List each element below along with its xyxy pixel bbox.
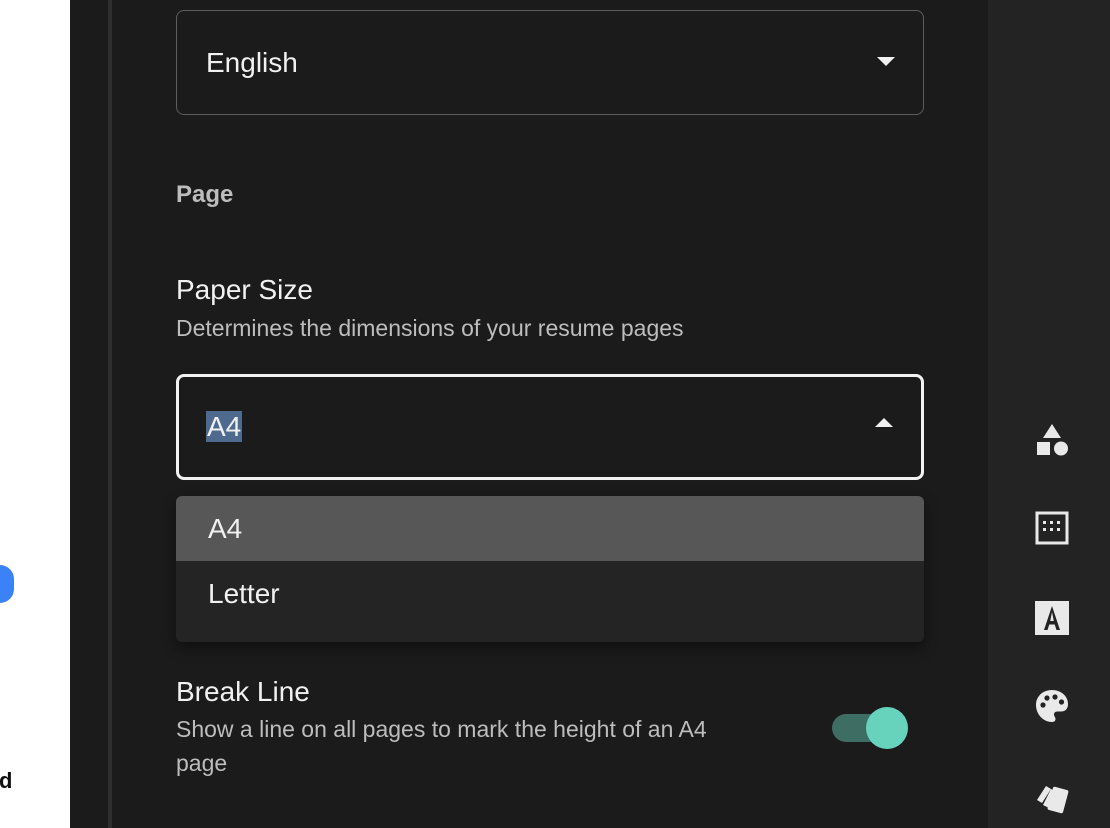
toggle-thumb[interactable] bbox=[866, 707, 908, 749]
preview-blue-badge bbox=[0, 565, 14, 603]
app-root: d English Page Paper Size Determines the… bbox=[0, 0, 1110, 828]
break-line-description-line1: Show a line on all pages to mark the hei… bbox=[176, 716, 707, 742]
paper-size-select-value[interactable]: A4 bbox=[206, 411, 243, 443]
layout-grid-icon[interactable] bbox=[1031, 507, 1073, 549]
panel-gutter bbox=[70, 0, 110, 828]
break-line-toggle[interactable] bbox=[832, 706, 908, 750]
break-line-description-line2: page bbox=[176, 750, 228, 776]
resume-preview: d bbox=[0, 0, 70, 828]
menu-item-a4[interactable]: A4 bbox=[176, 496, 924, 561]
paper-size-selected-text: A4 bbox=[206, 411, 243, 442]
paper-size-description: Determines the dimensions of your resume… bbox=[176, 315, 684, 341]
paper-size-dropdown-menu: A4 Letter bbox=[176, 496, 924, 642]
section-heading-page: Page bbox=[176, 181, 234, 208]
preview-text-fragment: d bbox=[0, 768, 13, 793]
paper-size-title: Paper Size bbox=[176, 274, 313, 305]
language-select-value: English bbox=[206, 46, 298, 78]
language-select[interactable]: English bbox=[176, 10, 924, 115]
typography-icon[interactable] bbox=[1031, 597, 1073, 639]
chevron-up-icon[interactable] bbox=[875, 418, 893, 427]
menu-item-letter[interactable]: Letter bbox=[176, 561, 924, 626]
palette-icon[interactable] bbox=[1031, 685, 1073, 727]
paper-size-select[interactable]: A4 bbox=[176, 374, 924, 480]
chevron-down-icon[interactable] bbox=[877, 57, 895, 66]
theme-cards-icon[interactable] bbox=[1031, 776, 1073, 818]
shapes-icon[interactable] bbox=[1031, 419, 1073, 461]
break-line-title: Break Line bbox=[176, 676, 310, 707]
